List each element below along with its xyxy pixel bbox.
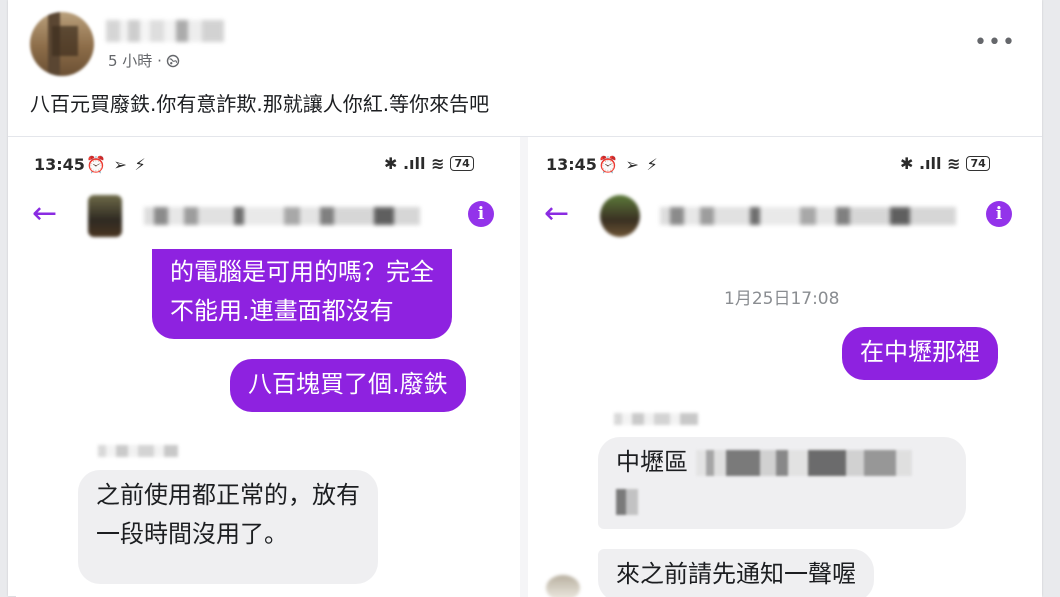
globe-icon	[166, 54, 180, 67]
message-bubble-incoming[interactable]: 來之前請先通知一聲喔	[598, 549, 874, 597]
status-icons-right-group: ✱ .ıll ≋ 74	[900, 154, 990, 173]
back-arrow-icon[interactable]: ←	[544, 197, 569, 231]
status-time: 13:45	[34, 155, 85, 174]
chat-avatar[interactable]	[88, 195, 122, 237]
divider	[520, 137, 528, 597]
message-line: 不能用.連畫面都沒有	[170, 297, 394, 325]
message-bubble-incoming[interactable]: 之前使用都正常的，放有 一段時間沒用了。	[78, 470, 378, 584]
message-bubble-outgoing[interactable]: 在中壢那裡	[842, 327, 998, 380]
post-time[interactable]: 5 小時 ·	[108, 50, 162, 71]
post-caption: 八百元買廢鉄.你有意詐欺.那就讓人你紅.等你來告吧	[30, 92, 490, 116]
message-line: 中壢區	[616, 443, 948, 482]
chat-header: ← i	[528, 193, 1042, 239]
facebook-post: 5 小時 · ••• 八百元買廢鉄.你有意詐欺.那就讓人你紅.等你來告吧 13:…	[8, 0, 1042, 597]
message-bubble-incoming[interactable]: 中壢區	[598, 437, 966, 529]
message-line: 在中壢那裡	[860, 338, 980, 366]
screenshot-left[interactable]: 13:45 ⏰ ➢ ⚡ ✱ .ıll ≋ 74 ← i 的電腦是可用的嗎？完全 …	[16, 137, 520, 597]
status-icons-right: ✱ .ıll ≋	[900, 154, 961, 173]
status-bar: 13:45 ⏰ ➢ ⚡ ✱ .ıll ≋ 74	[16, 151, 520, 179]
message-line: 一段時間沒用了。	[96, 520, 288, 548]
info-icon[interactable]: i	[986, 201, 1012, 227]
info-icon[interactable]: i	[468, 201, 494, 227]
address-prefix: 中壢區	[616, 448, 688, 476]
message-line-redacted	[616, 482, 948, 521]
battery-icon: 74	[450, 156, 474, 171]
status-icons-right: ✱ .ıll ≋	[384, 154, 445, 173]
author-avatar[interactable]	[30, 12, 94, 76]
message-bubble-outgoing[interactable]: 八百塊買了個.廢鉄	[230, 359, 466, 412]
chat-header: ← i	[16, 193, 520, 239]
message-line: 的電腦是可用的嗎？完全	[170, 258, 434, 286]
more-dots-icon[interactable]: •••	[974, 30, 1016, 55]
status-bar: 13:45 ⏰ ➢ ⚡ ✱ .ıll ≋ 74	[528, 151, 1042, 179]
message-line: 之前使用都正常的，放有	[96, 481, 360, 509]
status-icons-right-group: ✱ .ıll ≋ 74	[384, 154, 474, 173]
address-redacted	[695, 450, 912, 476]
author-name-redacted[interactable]	[106, 20, 224, 42]
post-meta: 5 小時 ·	[108, 50, 180, 71]
date-stamp: 1月25日17:08	[724, 289, 840, 309]
battery-icon: 74	[966, 156, 990, 171]
back-arrow-icon[interactable]: ←	[32, 197, 57, 231]
chat-avatar[interactable]	[600, 195, 640, 237]
message-line: 八百塊買了個.廢鉄	[248, 370, 448, 398]
status-icons-left: ⏰ ➢ ⚡	[598, 155, 659, 174]
contact-name-redacted[interactable]	[660, 207, 956, 225]
sender-avatar[interactable]	[546, 575, 580, 597]
sender-name-redacted	[614, 413, 698, 425]
address-redacted	[616, 489, 638, 515]
status-time: 13:45	[546, 155, 597, 174]
contact-name-redacted[interactable]	[144, 207, 420, 225]
status-icons-left: ⏰ ➢ ⚡	[86, 155, 147, 174]
message-line: 來之前請先通知一聲喔	[616, 560, 856, 588]
screenshot-right[interactable]: 13:45 ⏰ ➢ ⚡ ✱ .ıll ≋ 74 ← i 1月25日17:08 在…	[528, 137, 1042, 597]
message-bubble-outgoing[interactable]: 的電腦是可用的嗎？完全 不能用.連畫面都沒有	[152, 249, 452, 339]
sender-name-redacted	[98, 445, 178, 457]
